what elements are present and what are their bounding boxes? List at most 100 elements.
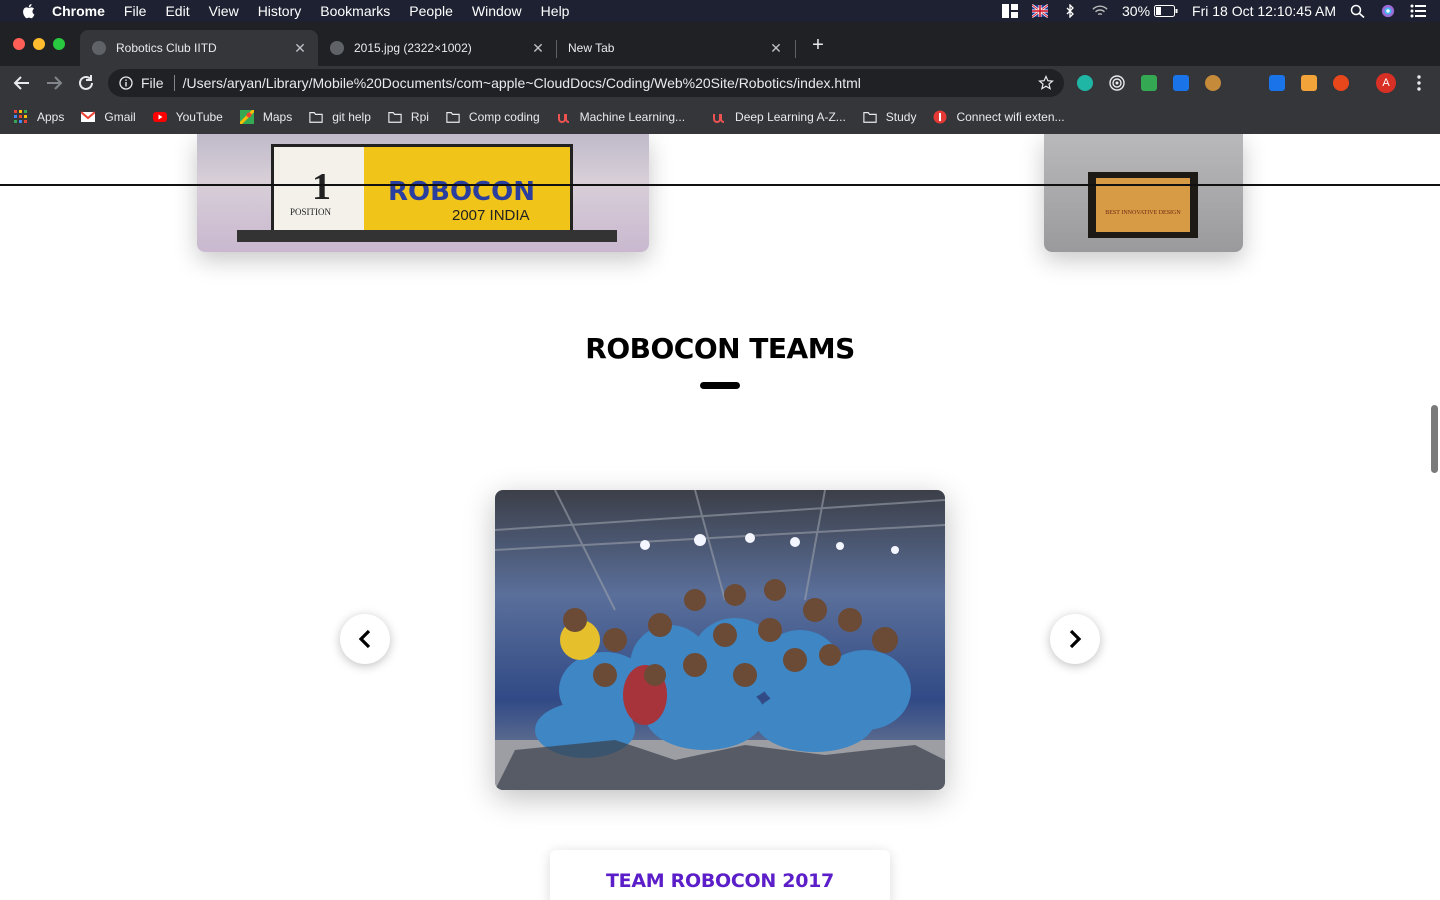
tab-close-icon[interactable]: ✕	[768, 40, 784, 56]
bookmark-comp-coding[interactable]: Comp coding	[446, 110, 540, 124]
bookmark-youtube[interactable]: YouTube	[152, 110, 223, 124]
bookmark-maps[interactable]: Maps	[239, 110, 293, 124]
extension-cookie-icon[interactable]	[1205, 75, 1221, 91]
wifi-ext-icon	[933, 110, 947, 124]
tab-title: New Tab	[568, 41, 615, 55]
fixed-header-divider	[0, 184, 1440, 186]
extension-s-icon[interactable]	[1173, 75, 1189, 91]
macos-menubar: Chrome File Edit View History Bookmarks …	[0, 0, 1440, 22]
folder-icon	[388, 112, 402, 123]
address-bar[interactable]: File /Users/aryan/Library/Mobile%20Docum…	[108, 69, 1064, 97]
bookmark-machine-learning[interactable]: Machine Learning...	[557, 110, 685, 124]
tab-robotics-club[interactable]: Robotics Club IITD ✕	[80, 30, 318, 66]
bookmark-label: Connect wifi exten...	[956, 110, 1065, 124]
carousel-prev-button[interactable]	[340, 614, 390, 664]
section-title-underline	[700, 382, 740, 389]
bookmark-star-icon[interactable]	[1038, 75, 1054, 91]
bookmark-study[interactable]: Study	[863, 110, 917, 124]
zoom-window-button[interactable]	[53, 38, 65, 50]
bookmark-gmail[interactable]: Gmail	[81, 110, 136, 124]
menu-history[interactable]: History	[258, 0, 302, 22]
menu-window[interactable]: Window	[472, 0, 522, 22]
menu-app-name[interactable]: Chrome	[52, 0, 105, 22]
globe-icon	[330, 41, 344, 55]
trophy-photo-innovative-design: BEST INNOVATIVE DESIGN	[1044, 134, 1243, 252]
udemy-icon	[557, 114, 569, 123]
extension-fire-icon[interactable]	[1333, 75, 1349, 91]
bookmark-git-help[interactable]: git help	[309, 110, 371, 124]
bookmark-label: Maps	[262, 110, 293, 124]
bookmark-label: Deep Learning A-Z...	[735, 110, 846, 124]
tab-close-icon[interactable]: ✕	[530, 40, 546, 56]
bookmark-label: Study	[885, 110, 917, 124]
siri-icon[interactable]	[1380, 4, 1396, 18]
forward-arrow-icon[interactable]	[43, 72, 65, 94]
bookmark-rpi[interactable]: Rpi	[388, 110, 429, 124]
udemy-icon	[713, 114, 725, 123]
info-icon[interactable]	[119, 76, 133, 90]
team-group-photo	[495, 490, 945, 790]
globe-icon	[92, 41, 106, 55]
bookmark-label: Machine Learning...	[579, 110, 686, 124]
bookmark-label: git help	[332, 110, 371, 124]
chevron-left-icon	[358, 629, 371, 649]
tab-title: Robotics Club IITD	[116, 41, 217, 55]
award-text: BEST INNOVATIVE DESIGN	[1105, 210, 1181, 216]
tab-2015-jpg[interactable]: 2015.jpg (2322×1002) ✕	[318, 30, 556, 66]
menu-file[interactable]: File	[124, 0, 147, 22]
extension-translate-icon[interactable]	[1269, 75, 1285, 91]
tab-new-tab[interactable]: New Tab ✕	[556, 30, 794, 66]
page-scrollbar-thumb[interactable]	[1431, 405, 1438, 473]
url-text[interactable]: /Users/aryan/Library/Mobile%20Documents/…	[183, 75, 861, 91]
minimize-window-button[interactable]	[33, 38, 45, 50]
team-title[interactable]: TEAM ROBOCON 2017	[550, 870, 890, 892]
menu-help[interactable]: Help	[541, 0, 570, 22]
folder-icon	[863, 112, 877, 123]
menubar-clock[interactable]: Fri 18 Oct 12:10:45 AM	[1192, 3, 1336, 19]
tab-separator	[795, 40, 796, 58]
window-layout-icon[interactable]	[1002, 4, 1018, 18]
youtube-icon	[152, 112, 167, 122]
browser-toolbar: File /Users/aryan/Library/Mobile%20Docum…	[0, 66, 1440, 100]
extension-target-icon[interactable]	[1109, 75, 1125, 91]
battery-percent: 30%	[1122, 3, 1151, 19]
menu-edit[interactable]: Edit	[165, 0, 189, 22]
bookmark-label: Rpi	[410, 110, 429, 124]
maps-icon	[239, 110, 254, 124]
bookmark-connect-wifi[interactable]: Connect wifi exten...	[933, 110, 1065, 124]
web-page-viewport: 1 POSITION ROBOCON 2007 INDIA BEST INNOV…	[0, 134, 1440, 900]
trophy-year-text: 2007 INDIA	[452, 207, 530, 224]
bookmark-apps[interactable]: Apps	[14, 110, 64, 124]
apple-logo-icon[interactable]	[20, 2, 38, 20]
profile-avatar[interactable]: A	[1376, 73, 1396, 93]
uk-flag-icon[interactable]	[1032, 4, 1048, 18]
bluetooth-icon[interactable]	[1062, 4, 1078, 18]
chevron-right-icon	[1069, 629, 1082, 649]
menu-people[interactable]: People	[409, 0, 453, 22]
bookmarks-bar: Apps Gmail YouTube Maps git help Rpi Com…	[0, 100, 1440, 134]
notification-center-icon[interactable]	[1410, 4, 1426, 18]
extension-hex-icon[interactable]	[1301, 75, 1317, 91]
spotlight-search-icon[interactable]	[1350, 4, 1366, 18]
chrome-menu-icon[interactable]	[1412, 74, 1426, 92]
back-arrow-icon[interactable]	[11, 72, 33, 94]
menu-bookmarks[interactable]: Bookmarks	[320, 0, 390, 22]
bookmark-deep-learning[interactable]: Deep Learning A-Z...	[712, 110, 846, 124]
trophy-plaque: 1 POSITION ROBOCON 2007 INDIA	[271, 144, 573, 236]
battery-icon[interactable]	[1154, 5, 1178, 17]
bookmark-label: Apps	[37, 110, 65, 124]
carousel-next-button[interactable]	[1050, 614, 1100, 664]
folder-icon	[446, 112, 460, 123]
close-window-button[interactable]	[13, 38, 25, 50]
wifi-icon[interactable]	[1092, 4, 1108, 18]
extension-m-icon[interactable]	[1077, 75, 1093, 91]
trophy-plaque-left-panel: 1 POSITION	[274, 147, 364, 233]
reload-icon[interactable]	[75, 72, 97, 94]
url-scheme-label: File	[141, 75, 164, 91]
menubar-status-area: 30% Fri 18 Oct 12:10:45 AM	[1002, 0, 1440, 22]
new-tab-button[interactable]: +	[808, 35, 828, 56]
tab-close-icon[interactable]: ✕	[292, 40, 308, 56]
menu-view[interactable]: View	[209, 0, 239, 22]
trophy-base	[237, 230, 617, 242]
extension-frog-icon[interactable]	[1141, 75, 1157, 91]
